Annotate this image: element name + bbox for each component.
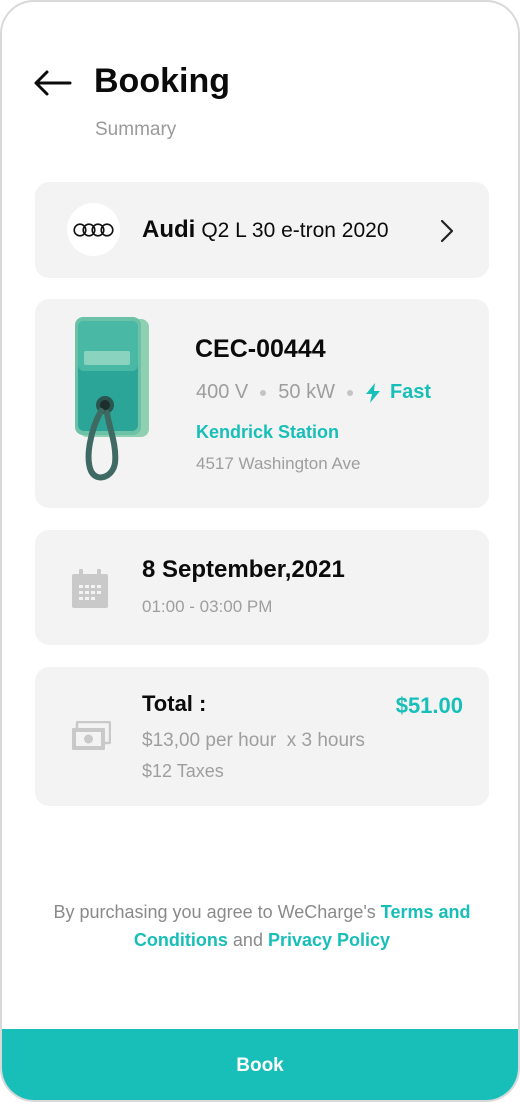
separator-dot [260, 389, 267, 396]
terms-conjunction: and [232, 930, 263, 950]
station-address: 4517 Washington Ave [196, 454, 361, 473]
ev-charger-icon [75, 317, 149, 481]
total-label: Total : [142, 691, 207, 716]
audi-rings-icon [67, 203, 120, 256]
arrow-left-icon[interactable] [32, 68, 72, 98]
station-code: CEC-00444 [195, 335, 326, 363]
separator-dot [346, 389, 353, 396]
terms-notice: By purchasing you agree to WeCharge's Te… [32, 898, 492, 954]
lightning-icon [365, 382, 380, 403]
terms-prefix: By purchasing you agree to WeCharge's [53, 902, 376, 922]
privacy-link[interactable]: Privacy Policy [268, 930, 390, 950]
vehicle-name: Audi Q2 L 30 e-tron 2020 [142, 216, 389, 244]
vehicle-model: Q2 L 30 e-tron 2020 [201, 219, 389, 242]
station-speed-label: Fast [389, 381, 432, 403]
booking-date: 8 September,2021 [142, 556, 345, 583]
station-speed: Fast [365, 381, 431, 404]
taxes-detail: $12 Taxes [142, 761, 224, 781]
payment-card: Total : $51.00 $13,00 per hour x 3 hours… [35, 667, 489, 806]
rate-detail: $13,00 per hour x 3 hours [142, 730, 365, 751]
schedule-card: 8 September,2021 01:00 - 03:00 PM [35, 530, 489, 645]
station-name: Kendrick Station [196, 422, 340, 442]
station-voltage: 400 V [196, 381, 249, 403]
cash-icon [72, 721, 111, 750]
page-subtitle: Summary [95, 119, 177, 140]
booking-time: 01:00 - 03:00 PM [142, 597, 273, 616]
station-power: 50 kW [278, 381, 335, 403]
total-value: $51.00 [395, 693, 463, 718]
calendar-icon [72, 569, 108, 608]
vehicle-brand: Audi [142, 216, 196, 243]
page-title: Booking [94, 62, 230, 100]
book-button[interactable]: Book [2, 1029, 518, 1100]
station-specs: 400 V 50 kW Fast [196, 381, 431, 404]
vehicle-card[interactable]: Audi Q2 L 30 e-tron 2020 [35, 182, 489, 278]
booking-screen: Booking Summary AudiQ2 L 30 e-tron 2020 [0, 0, 520, 1102]
chevron-right-icon[interactable] [439, 218, 455, 244]
station-card: CEC-00444 400 V 50 kW Fast Kendrick Stat… [35, 299, 489, 508]
